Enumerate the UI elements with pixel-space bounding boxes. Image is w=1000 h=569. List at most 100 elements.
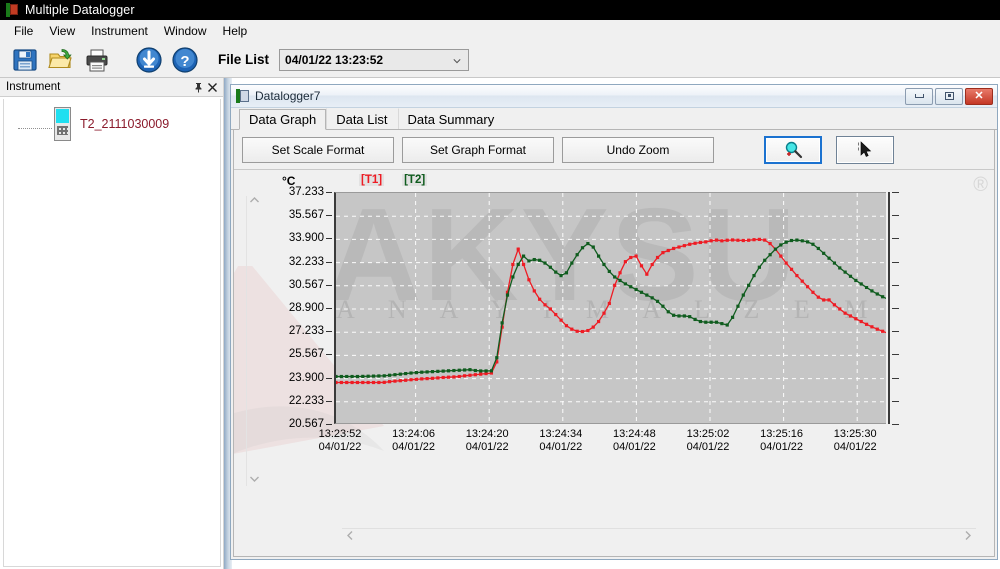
tab-data-list[interactable]: Data List xyxy=(326,108,397,129)
y-axis-tick-label: 28.900 xyxy=(288,302,324,314)
minimize-button[interactable] xyxy=(905,87,933,105)
y-axis-right-tick xyxy=(892,354,899,356)
chart-point-t2 xyxy=(704,320,708,324)
y-axis-tick-label: 37.233 xyxy=(288,186,324,198)
close-icon[interactable] xyxy=(205,80,219,94)
open-button[interactable] xyxy=(44,44,78,76)
set-graph-format-button[interactable]: Set Graph Format xyxy=(402,136,554,163)
chart-point-t2 xyxy=(650,296,654,300)
menu-item-view[interactable]: View xyxy=(41,22,83,40)
chart-point-t2 xyxy=(736,304,740,308)
chart-point-t2 xyxy=(495,356,499,360)
instrument-tree-item[interactable]: T2_2111030009 xyxy=(4,99,220,141)
chart-point-t2 xyxy=(398,372,402,376)
chart-point-t2 xyxy=(336,374,338,379)
chart-point-t1 xyxy=(832,303,837,307)
chart-point-t1 xyxy=(806,285,810,289)
chart-point-t2 xyxy=(789,238,794,243)
scroll-left-icon[interactable] xyxy=(346,530,354,544)
chart-point-t1 xyxy=(564,324,569,328)
x-tick-date: 04/01/22 xyxy=(539,441,583,453)
save-button[interactable] xyxy=(8,44,42,76)
chart-point-t2 xyxy=(838,266,842,270)
chart-point-t1 xyxy=(682,244,686,248)
undo-zoom-button[interactable]: Undo Zoom xyxy=(562,136,714,163)
menu-item-instrument[interactable]: Instrument xyxy=(83,22,156,40)
menu-item-help[interactable]: Help xyxy=(215,22,256,40)
pointer-tool-button[interactable] xyxy=(836,135,894,164)
download-button[interactable] xyxy=(132,44,166,76)
scroll-up-icon[interactable] xyxy=(249,196,260,207)
chart-point-t2 xyxy=(613,275,617,279)
chevron-down-icon xyxy=(453,58,461,63)
chart-point-t1 xyxy=(613,283,617,287)
chart-point-t1 xyxy=(779,254,783,258)
tab-data-graph[interactable]: Data Graph xyxy=(239,109,327,130)
menu-item-file[interactable]: File xyxy=(6,22,41,40)
set-scale-format-button[interactable]: Set Scale Format xyxy=(242,136,394,163)
help-button[interactable]: ? xyxy=(168,44,202,76)
chart-point-t1 xyxy=(854,317,858,321)
menu-item-window[interactable]: Window xyxy=(156,22,215,40)
chart-point-t2 xyxy=(666,310,670,314)
chart-point-t1 xyxy=(409,378,413,382)
datalogger-app-icon xyxy=(5,3,19,17)
chart-point-t1 xyxy=(516,247,520,251)
chart-point-t1 xyxy=(355,380,360,385)
chart-point-t2 xyxy=(511,275,515,279)
download-icon xyxy=(136,46,162,73)
y-axis-tick xyxy=(326,261,332,263)
zoom-tool-button[interactable] xyxy=(764,135,822,164)
tree-connector xyxy=(18,127,52,129)
graph-vertical-scrollbar[interactable] xyxy=(246,196,262,486)
chart-point-t2 xyxy=(661,304,665,308)
legend-item-t1: [T1] xyxy=(359,174,385,186)
close-icon: ✕ xyxy=(974,89,984,102)
chart-point-t1 xyxy=(575,329,579,333)
chart-point-t2 xyxy=(382,374,386,378)
chart-point-t2 xyxy=(881,295,885,299)
tab-data-summary[interactable]: Data Summary xyxy=(397,108,505,129)
menubar: File View Instrument Window Help xyxy=(0,20,1000,42)
graph-horizontal-scrollbar[interactable] xyxy=(342,528,976,544)
close-button[interactable]: ✕ xyxy=(965,87,993,105)
undo-zoom-label: Undo Zoom xyxy=(606,142,670,157)
x-tick-date: 04/01/22 xyxy=(612,441,656,453)
scroll-right-icon[interactable] xyxy=(964,530,972,544)
child-window-tabs: Data Graph Data List Data Summary xyxy=(231,108,997,130)
chart-point-t2 xyxy=(339,374,343,379)
chart-plot-area[interactable]: AKYSU A N A Y I M A L Z E M E L E R İ xyxy=(334,192,886,424)
chart-point-t1 xyxy=(800,279,804,283)
chart-point-t1 xyxy=(425,377,429,381)
chart-point-t2 xyxy=(854,278,858,283)
y-axis-right-tick xyxy=(892,215,899,217)
chart-point-t1 xyxy=(457,374,461,379)
chart-point-t1 xyxy=(645,272,649,276)
maximize-button[interactable] xyxy=(935,87,963,105)
chart-point-t1 xyxy=(704,240,708,244)
chart-point-t2 xyxy=(468,368,472,372)
chart-point-t2 xyxy=(870,289,874,293)
pin-icon[interactable] xyxy=(191,80,205,94)
chart-point-t1 xyxy=(623,260,627,264)
chart-point-t2 xyxy=(527,259,531,263)
chart-point-t1 xyxy=(511,262,515,267)
chart-point-t1 xyxy=(768,241,772,246)
chart-point-t1 xyxy=(436,376,440,380)
print-button[interactable] xyxy=(80,44,114,76)
chart-point-t1 xyxy=(554,312,558,317)
chart-point-t2 xyxy=(463,368,467,372)
y-axis-tick xyxy=(326,284,332,286)
x-tick-time: 13:24:48 xyxy=(612,428,656,440)
x-axis-tick-label: 13:24:34 04/01/22 xyxy=(539,428,582,454)
y-axis-tick-label: 35.567 xyxy=(288,209,324,222)
scroll-down-icon[interactable] xyxy=(249,475,260,486)
instrument-dock-title: Instrument xyxy=(6,81,61,93)
chart-point-t2 xyxy=(623,282,627,286)
chart-point-t2 xyxy=(452,368,456,373)
main-window-titlebar: Multiple Datalogger xyxy=(0,0,1000,20)
chart-point-t2 xyxy=(377,374,381,378)
file-list-dropdown[interactable]: 04/01/22 13:23:52 xyxy=(279,48,470,71)
chart-point-t1 xyxy=(720,239,724,243)
chart-point-t1 xyxy=(752,238,756,242)
